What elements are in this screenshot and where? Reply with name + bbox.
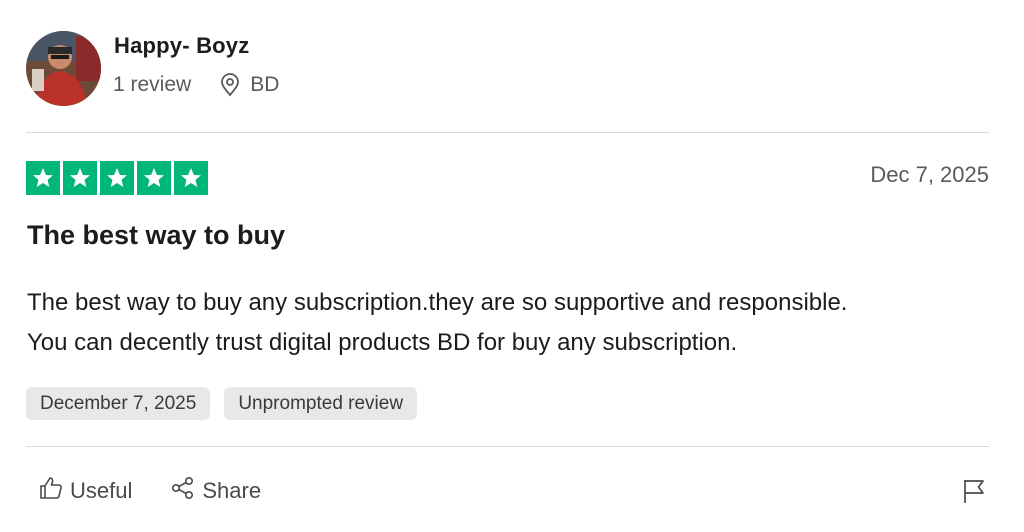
useful-button[interactable]: Useful	[38, 475, 132, 507]
review-card: Happy- Boyz 1 review BD Dec 7, 2025 The …	[26, 0, 989, 532]
share-label: Share	[202, 478, 262, 503]
divider	[26, 446, 989, 447]
review-title[interactable]: The best way to buy	[27, 220, 285, 251]
review-date: Dec 7, 2025	[870, 162, 989, 187]
experience-date-tag: December 7, 2025	[26, 387, 211, 420]
star-icon	[174, 161, 208, 195]
useful-label: Useful	[70, 478, 133, 503]
review-actions: Useful Share	[38, 476, 261, 506]
share-icon	[170, 475, 196, 507]
review-body-line: You can decently trust digital products …	[27, 329, 738, 356]
star-icon	[63, 161, 97, 195]
unprompted-review-tag[interactable]: Unprompted review	[224, 387, 418, 420]
divider	[26, 132, 989, 133]
star-icon	[100, 161, 134, 195]
reviewer-name[interactable]: Happy- Boyz	[114, 33, 249, 59]
star-icon	[26, 161, 60, 195]
location-pin-icon	[219, 73, 241, 97]
flag-icon[interactable]	[961, 477, 987, 510]
star-rating	[26, 161, 208, 195]
review-tags: December 7, 2025 Unprompted review	[26, 387, 418, 420]
star-icon	[137, 161, 171, 195]
thumbs-up-icon	[38, 475, 64, 507]
review-body: The best way to buy any subscription.the…	[27, 283, 989, 363]
review-body-line: The best way to buy any subscription.the…	[27, 289, 848, 316]
reviewer-location: BD	[250, 73, 280, 96]
reviewer-meta: 1 review BD	[113, 70, 279, 100]
share-button[interactable]: Share	[170, 475, 261, 507]
avatar[interactable]	[26, 31, 101, 106]
review-count: 1 review	[113, 73, 192, 96]
